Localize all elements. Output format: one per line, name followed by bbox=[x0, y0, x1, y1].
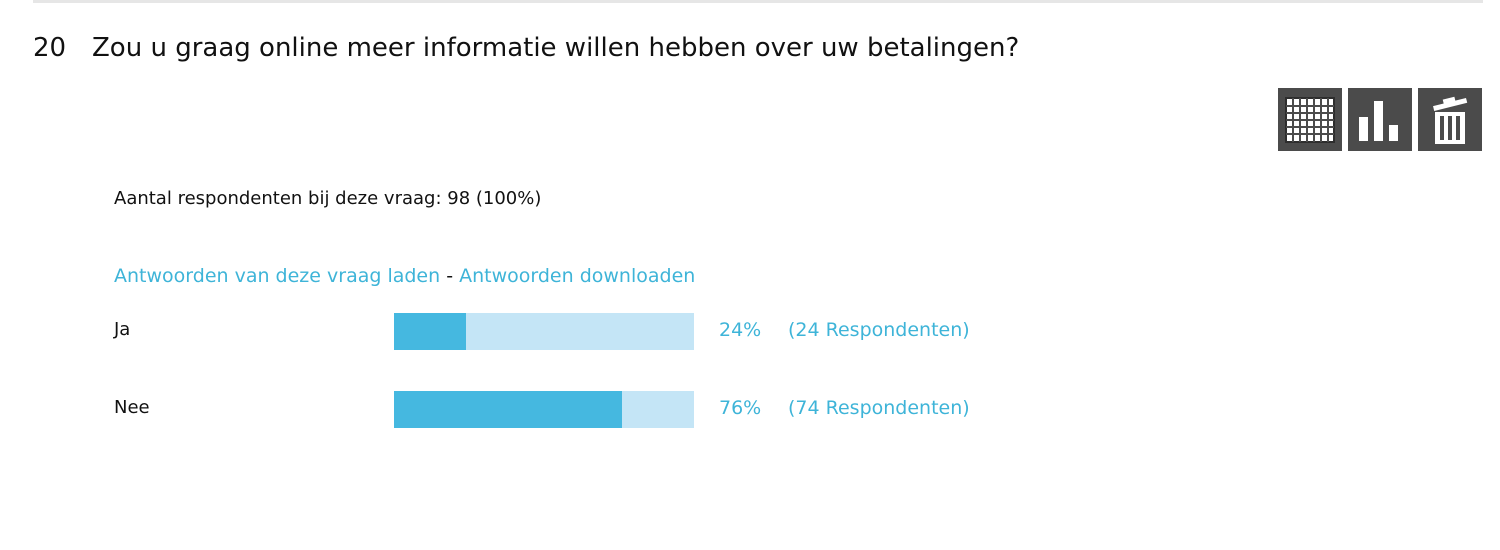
download-answers-link[interactable]: Antwoorden downloaden bbox=[459, 265, 695, 287]
answer-row: Ja 24% (24 Respondenten) bbox=[114, 313, 1114, 350]
answer-row: Nee 76% (74 Respondenten) bbox=[114, 391, 1114, 428]
question-number: 20 bbox=[33, 33, 67, 63]
load-answers-link[interactable]: Antwoorden van deze vraag laden bbox=[114, 265, 440, 287]
question-text: Zou u graag online meer informatie wille… bbox=[92, 33, 1020, 63]
answer-respondents: (24 Respondenten) bbox=[788, 319, 970, 341]
top-divider bbox=[33, 0, 1483, 3]
answer-percent: 76% bbox=[719, 397, 762, 419]
view-toolbar bbox=[1278, 88, 1482, 151]
delete-button[interactable] bbox=[1418, 88, 1482, 151]
answer-bar-fill bbox=[394, 391, 622, 428]
respondent-count: Aantal respondenten bij deze vraag: 98 (… bbox=[114, 188, 542, 209]
question-title: 20 Zou u graag online meer informatie wil… bbox=[33, 30, 1019, 66]
answer-bar-track bbox=[394, 391, 694, 428]
answer-label: Ja bbox=[114, 319, 131, 340]
table-view-button[interactable] bbox=[1278, 88, 1342, 151]
answer-bar-fill bbox=[394, 313, 466, 350]
answer-respondents: (74 Respondenten) bbox=[788, 397, 970, 419]
trash-icon bbox=[1433, 96, 1468, 144]
answer-percent: 24% bbox=[719, 319, 762, 341]
table-icon bbox=[1285, 96, 1335, 143]
answer-bar-track bbox=[394, 313, 694, 350]
bar-chart-icon bbox=[1359, 100, 1398, 141]
chart-view-button[interactable] bbox=[1348, 88, 1412, 151]
answer-label: Nee bbox=[114, 397, 150, 418]
link-separator: - bbox=[440, 265, 460, 287]
answer-links: Antwoorden van deze vraag laden - Antwoo… bbox=[114, 263, 695, 289]
